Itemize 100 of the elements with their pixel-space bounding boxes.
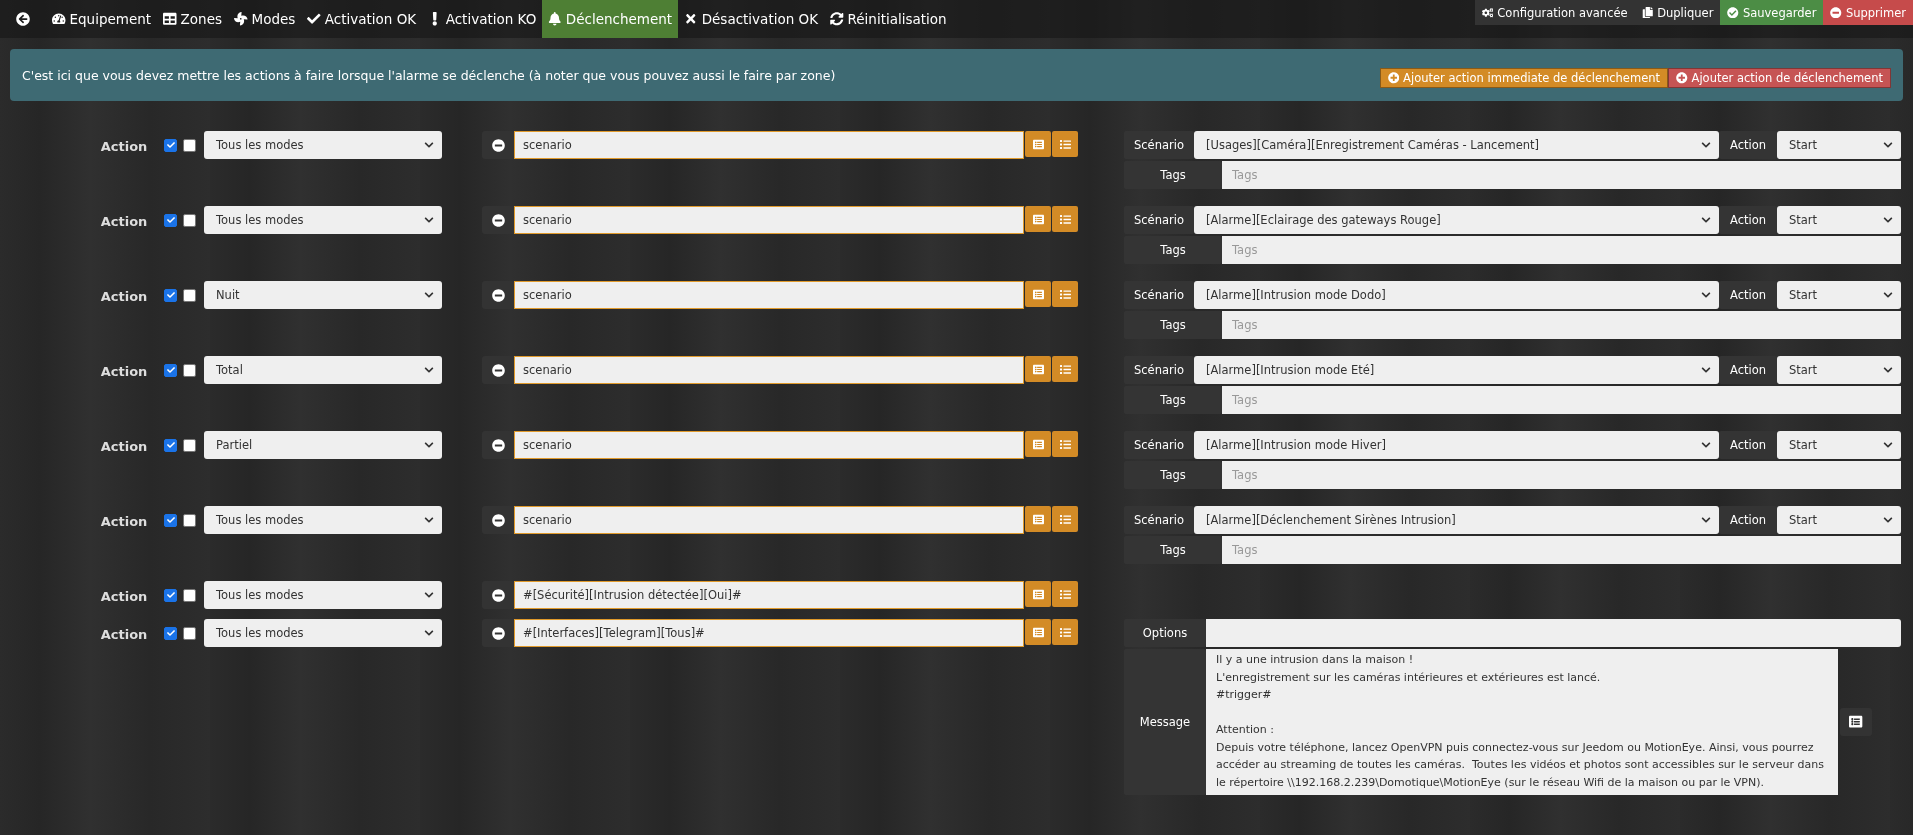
- list-button[interactable]: [1052, 619, 1078, 645]
- list-icon: [1059, 363, 1071, 375]
- list-button[interactable]: [1025, 281, 1051, 307]
- checkbox[interactable]: [183, 138, 196, 152]
- checkbox[interactable]: [183, 363, 196, 377]
- tags-field[interactable]: Tags: [1222, 236, 1901, 264]
- list-button[interactable]: [1025, 581, 1051, 607]
- action-select[interactable]: Start: [1777, 431, 1901, 459]
- message-field[interactable]: Il y a une intrusion dans la maison ! L'enregistrement sur les caméras intérieures et extérieures est lancé. #trigger# Attention : Depuis votre téléphone, lancez OpenVPN puis connectez-vous sur Jeedom ou MotionEye. Ainsi, vous pourrez accéder au streaming de toutes les caméras. Toutes les vidéos et photos sont accessibles sur le serveur dans le répertoire \\192.168.2.239\Domotique\MotionEye (sur le réseau Wifi de la maison ou par le VPN).: [1206, 649, 1838, 795]
- scenario-label: Scénario: [1124, 431, 1194, 459]
- nav-tab[interactable]: Activation KO: [422, 0, 543, 38]
- checkbox[interactable]: [183, 588, 196, 602]
- checkbox[interactable]: [183, 438, 196, 452]
- mode-select[interactable]: Tous les modes: [204, 506, 442, 534]
- command-field[interactable]: scenario: [514, 131, 1024, 159]
- nav-tab[interactable]: Equipement: [46, 0, 158, 38]
- nav-tab[interactable]: Désactivation OK: [678, 0, 824, 38]
- scenario-select[interactable]: [Usages][Caméra][Enregistrement Caméras - Lancement]: [1194, 131, 1719, 159]
- nav-tab[interactable]: Déclenchement: [542, 0, 679, 38]
- checkbox[interactable]: [183, 626, 196, 640]
- checkbox[interactable]: [164, 438, 177, 452]
- scenario-select[interactable]: [Alarme][Déclenchement Sirènes Intrusion]: [1194, 506, 1719, 534]
- tags-field[interactable]: Tags: [1222, 161, 1901, 189]
- list-button[interactable]: [1052, 281, 1078, 307]
- tags-field[interactable]: Tags: [1222, 461, 1901, 489]
- command-field[interactable]: scenario: [514, 206, 1024, 234]
- checkbox[interactable]: [164, 513, 177, 527]
- mode-select[interactable]: Partiel: [204, 431, 442, 459]
- advanced-config-button[interactable]: Configuration avancée: [1474, 0, 1635, 25]
- list-button[interactable]: [1052, 356, 1078, 382]
- checkbox[interactable]: [183, 513, 196, 527]
- nav-tab[interactable]: Réinitialisation: [824, 0, 953, 38]
- nav-tab[interactable]: Modes: [228, 0, 302, 38]
- action-label: Action: [99, 138, 149, 156]
- checkbox[interactable]: [164, 213, 177, 227]
- save-button[interactable]: Sauvegarder: [1720, 0, 1824, 25]
- checkbox[interactable]: [183, 213, 196, 227]
- mode-select[interactable]: Total: [204, 356, 442, 384]
- list-button[interactable]: [1052, 581, 1078, 607]
- remove-button[interactable]: [482, 431, 514, 459]
- list-button[interactable]: [1052, 206, 1078, 232]
- action-field-label: Action: [1719, 281, 1777, 309]
- action-label: Action: [99, 513, 149, 531]
- scenario-select[interactable]: [Alarme][Intrusion mode Eté]: [1194, 356, 1719, 384]
- scenario-select[interactable]: [Alarme][Intrusion mode Dodo]: [1194, 281, 1719, 309]
- list-button[interactable]: [1052, 431, 1078, 457]
- chevron-down-icon: [1883, 215, 1893, 225]
- checkbox[interactable]: [164, 626, 177, 640]
- checkbox[interactable]: [164, 138, 177, 152]
- command-field[interactable]: scenario: [514, 506, 1024, 534]
- list-button[interactable]: [1052, 131, 1078, 157]
- action-select[interactable]: Start: [1777, 281, 1901, 309]
- list-button[interactable]: [1025, 431, 1051, 457]
- remove-button[interactable]: [482, 281, 514, 309]
- action-label: Action: [99, 213, 149, 231]
- mode-select[interactable]: Tous les modes: [204, 206, 442, 234]
- remove-button[interactable]: [482, 619, 514, 647]
- scenario-select[interactable]: [Alarme][Eclairage des gateways Rouge]: [1194, 206, 1719, 234]
- checkbox[interactable]: [164, 288, 177, 302]
- list-button[interactable]: [1025, 506, 1051, 532]
- remove-button[interactable]: [482, 506, 514, 534]
- command-field[interactable]: scenario: [514, 281, 1024, 309]
- checkbox[interactable]: [164, 588, 177, 602]
- mode-select[interactable]: Nuit: [204, 281, 442, 309]
- gears-icon: [1481, 6, 1494, 19]
- checkbox[interactable]: [183, 288, 196, 302]
- command-field[interactable]: scenario: [514, 431, 1024, 459]
- duplicate-button[interactable]: Dupliquer: [1634, 0, 1721, 25]
- tags-field[interactable]: Tags: [1222, 311, 1901, 339]
- check-icon: [307, 12, 321, 26]
- list-button[interactable]: [1025, 206, 1051, 232]
- nav-tab[interactable]: Activation OK: [301, 0, 423, 38]
- checkbox[interactable]: [164, 363, 177, 377]
- list-button[interactable]: [1025, 131, 1051, 157]
- mode-select[interactable]: Tous les modes: [204, 131, 442, 159]
- list-button[interactable]: [1025, 356, 1051, 382]
- remove-button[interactable]: [482, 206, 514, 234]
- mode-select[interactable]: Tous les modes: [204, 619, 442, 647]
- list-button[interactable]: [1025, 619, 1051, 645]
- command-field[interactable]: scenario: [514, 356, 1024, 384]
- delete-button[interactable]: Supprimer: [1823, 0, 1913, 25]
- remove-button[interactable]: [482, 131, 514, 159]
- options-field[interactable]: [1206, 619, 1901, 647]
- command-field[interactable]: #[Interfaces][Telegram][Tous]#: [514, 619, 1024, 647]
- add-action-button[interactable]: Ajouter action de déclenchement: [1668, 68, 1891, 88]
- tags-field[interactable]: Tags: [1222, 386, 1901, 414]
- action-select[interactable]: Start: [1777, 206, 1901, 234]
- scenario-select[interactable]: [Alarme][Intrusion mode Hiver]: [1194, 431, 1719, 459]
- action-select[interactable]: Start: [1777, 131, 1901, 159]
- command-field[interactable]: #[Sécurité][Intrusion détectée][Oui]#: [514, 581, 1024, 609]
- remove-button[interactable]: [482, 356, 514, 384]
- action-select[interactable]: Start: [1777, 506, 1901, 534]
- chevron-down-icon: [1883, 440, 1893, 450]
- tags-field[interactable]: Tags: [1222, 536, 1901, 564]
- nav-tab[interactable]: Zones: [157, 0, 228, 38]
- mode-select[interactable]: Tous les modes: [204, 581, 442, 609]
- remove-button[interactable]: [482, 581, 514, 609]
- list-button[interactable]: [1052, 506, 1078, 532]
- action-select[interactable]: Start: [1777, 356, 1901, 384]
- message-options-button[interactable]: [1840, 708, 1872, 736]
